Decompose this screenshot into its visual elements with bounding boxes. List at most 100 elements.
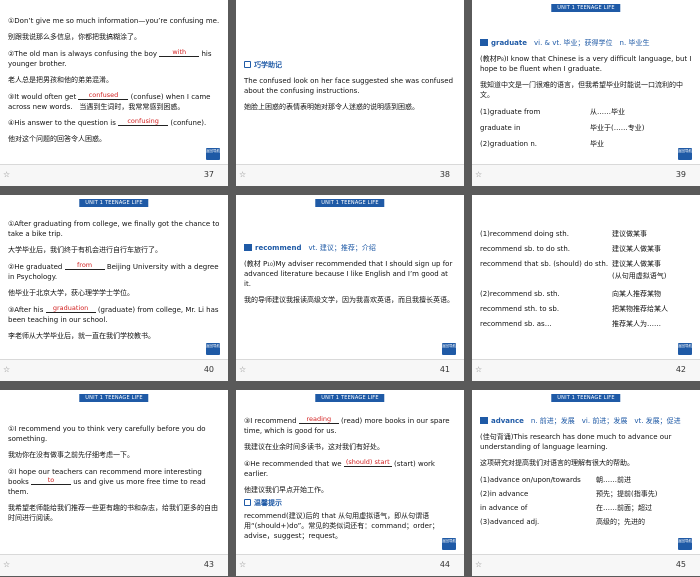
- slide-grid: ①Don’t give me so much information—you’r…: [0, 0, 700, 577]
- number-badge-icon: [480, 39, 488, 46]
- phrase-row: (1)advance on/upon/towards 朝……前进: [480, 476, 631, 484]
- answer-blank: with: [159, 48, 200, 57]
- nav-button[interactable]: 返回导航: [442, 538, 456, 550]
- phrase-row: (从句用虚拟语气): [612, 272, 667, 280]
- slide-footer: ☆ 37: [0, 164, 228, 186]
- slide-39[interactable]: UNIT 1 TEENAGE LIFE graduate vi. & vt. 毕…: [472, 0, 700, 186]
- tip-english: The confused look on her face suggested …: [244, 77, 454, 95]
- sentence-3: ③It would often get confused (confuse) w…: [8, 91, 211, 111]
- answer-blank: graduation: [45, 304, 96, 313]
- phrase-row: (3)advanced adj. 高级的；先进的: [480, 518, 645, 526]
- sentence-2-cn: 老人总是把男孩和他的弟弟混淆。: [8, 76, 113, 84]
- slide-number: 39: [675, 170, 686, 179]
- sentence-2-cn: 我希望老师能给我们推荐一些更有趣的书和杂志，给我们更多的自由时间进行阅读。: [8, 504, 218, 522]
- star-icon[interactable]: ☆: [239, 170, 246, 179]
- answer-blank: to: [30, 476, 71, 485]
- tip-chinese: 她脸上困惑的表情表明她对那令人迷惑的说明感到困惑。: [244, 103, 419, 111]
- sentence-3: ③I recommend reading (read) more books i…: [244, 415, 450, 435]
- nav-button[interactable]: 返回导航: [442, 343, 456, 355]
- unit-header: UNIT 1 TEENAGE LIFE: [315, 394, 385, 402]
- star-icon[interactable]: ☆: [239, 365, 246, 374]
- nav-button[interactable]: 返回导航: [206, 343, 220, 355]
- star-icon[interactable]: ☆: [475, 365, 482, 374]
- sentence-3-cn: 李老师从大学毕业后，就一直在我们学校教书。: [8, 332, 155, 340]
- sentence-4-cn: 他建议我们早点开始工作。: [244, 486, 328, 494]
- sentence-4-cn: 他对这个问题的回答令人困惑。: [8, 135, 106, 143]
- star-icon[interactable]: ☆: [475, 170, 482, 179]
- sentence-1-cn: 大学毕业后，我们终于有机会进行自行车旅行了。: [8, 246, 162, 254]
- slide-43[interactable]: UNIT 1 TEENAGE LIFE ①I recommend you to …: [0, 390, 228, 576]
- slide-number: 37: [203, 170, 214, 179]
- slide-45[interactable]: UNIT 1 TEENAGE LIFE advance n. 前进；发展 vi.…: [472, 390, 700, 576]
- unit-header: UNIT 1 TEENAGE LIFE: [79, 394, 149, 402]
- answer-blank: confusing: [118, 117, 169, 126]
- slide-44[interactable]: UNIT 1 TEENAGE LIFE ③I recommend reading…: [236, 390, 464, 576]
- slide-body: 巧学助记 The confused look on her face sugge…: [244, 60, 456, 160]
- sentence-3: ③After his graduation (graduate) from co…: [8, 304, 219, 324]
- example-cn: 这项研究对提高我们对语言的理解有很大的帮助。: [480, 459, 634, 467]
- tip-icon: [244, 499, 251, 506]
- example-cn: 我的导师建议我报读高级文学，因为我喜欢英语，而且我擅长英语。: [244, 296, 454, 304]
- slide-38[interactable]: 巧学助记 The confused look on her face sugge…: [236, 0, 464, 186]
- example-en: (教材P₈)I know that Chinese is a very diff…: [480, 55, 692, 73]
- sentence-2: ②The old man is always confusing the boy…: [8, 48, 212, 68]
- sentence-1: ①Don’t give me so much information—you’r…: [8, 17, 220, 25]
- word-entry: graduate vi. & vt. 毕业；获得学位 n. 毕业生: [480, 38, 692, 48]
- star-icon[interactable]: ☆: [3, 365, 10, 374]
- slide-body: advance n. 前进；发展 vi. 前进；发展 vt. 发展；促进 (佳句…: [480, 416, 692, 550]
- nav-button[interactable]: 返回导航: [206, 148, 220, 160]
- nav-button[interactable]: 返回导航: [678, 148, 692, 160]
- phrase-row: recommend sth. to sb. 把某物推荐给某人: [480, 305, 668, 313]
- phrase-row: (2)recommend sb. sth. 向某人推荐某物: [480, 290, 661, 298]
- phrase-row: recommend sb. as… 推荐某人为……: [480, 320, 661, 328]
- slide-body: (1)recommend doing sth. 建议做某事 recommend s…: [480, 229, 692, 355]
- phrase-row: recommend sb. to do sth. 建议某人做某事: [480, 245, 661, 253]
- unit-header: UNIT 1 TEENAGE LIFE: [79, 199, 149, 207]
- tip-icon: [244, 61, 251, 68]
- number-badge-icon: [480, 417, 488, 424]
- slide-42[interactable]: (1)recommend doing sth. 建议做某事 recommend s…: [472, 195, 700, 381]
- sentence-1: ①I recommend you to think very carefully…: [8, 425, 206, 443]
- slide-body: graduate vi. & vt. 毕业；获得学位 n. 毕业生 (教材P₈)…: [480, 38, 692, 160]
- word-entry: recommend vt. 建议；推荐；介绍: [244, 243, 456, 253]
- slide-body: ③I recommend reading (read) more books i…: [244, 415, 456, 550]
- slide-40[interactable]: UNIT 1 TEENAGE LIFE ①After graduating fr…: [0, 195, 228, 381]
- phrase-row: recommend that sb. (should) do sth. 建议某人做…: [480, 260, 661, 268]
- phrase-row: (2)graduation n. 毕业: [480, 140, 604, 148]
- tip-text: recommend(建议)后的 that 从句用虚拟语气，即从句谓语用“(sho…: [244, 512, 439, 540]
- slide-footer: ☆ 39: [472, 164, 700, 186]
- star-icon[interactable]: ☆: [239, 560, 246, 569]
- sentence-1: ①After graduating from college, we final…: [8, 220, 220, 238]
- answer-blank: confused: [78, 91, 129, 100]
- example-cn: 我知道中文是一门很难的语言，但我希望毕业时能说一口流利的中文。: [480, 81, 683, 99]
- slide-number: 41: [439, 365, 450, 374]
- slide-number: 43: [203, 560, 214, 569]
- slide-body: ①I recommend you to think very carefully…: [8, 424, 220, 550]
- star-icon[interactable]: ☆: [3, 170, 10, 179]
- answer-blank: from: [64, 261, 105, 270]
- phrase-row: (1)graduate from 从……毕业: [480, 108, 625, 116]
- slide-41[interactable]: UNIT 1 TEENAGE LIFE recommend vt. 建议；推荐；…: [236, 195, 464, 381]
- slide-body: ①Don’t give me so much information—you’r…: [8, 16, 220, 160]
- phrase-row: in advance of 在……前面；超过: [480, 504, 652, 512]
- slide-footer: ☆ 40: [0, 359, 228, 381]
- answer-blank: (should) start: [343, 458, 392, 467]
- phrase-row: (1)recommend doing sth. 建议做某事: [480, 230, 647, 238]
- slide-37[interactable]: ①Don’t give me so much information—you’r…: [0, 0, 228, 186]
- answer-blank: reading: [298, 415, 339, 424]
- slide-number: 44: [439, 560, 450, 569]
- slide-footer: ☆ 38: [236, 164, 464, 186]
- sentence-2: ②He graduated from Beijing University wi…: [8, 261, 219, 281]
- sentence-1-cn: 我劝你在没有做事之前先仔细考虑一下。: [8, 451, 134, 459]
- sentence-2-cn: 他毕业于北京大学，获心理学学士学位。: [8, 289, 134, 297]
- nav-button[interactable]: 返回导航: [678, 538, 692, 550]
- star-icon[interactable]: ☆: [475, 560, 482, 569]
- star-icon[interactable]: ☆: [3, 560, 10, 569]
- nav-button[interactable]: 返回导航: [678, 343, 692, 355]
- slide-footer: ☆ 45: [472, 554, 700, 576]
- slide-footer: ☆ 43: [0, 554, 228, 576]
- sentence-1-cn: 别跟我说那么多信息，你都把我搞糊涂了。: [8, 33, 141, 41]
- sentence-3-cn: 我建议在业余时间多读书，这对我们有好处。: [244, 443, 384, 451]
- sentence-4: ④His answer to the question is confusing…: [8, 117, 207, 127]
- unit-header: UNIT 1 TEENAGE LIFE: [551, 394, 621, 402]
